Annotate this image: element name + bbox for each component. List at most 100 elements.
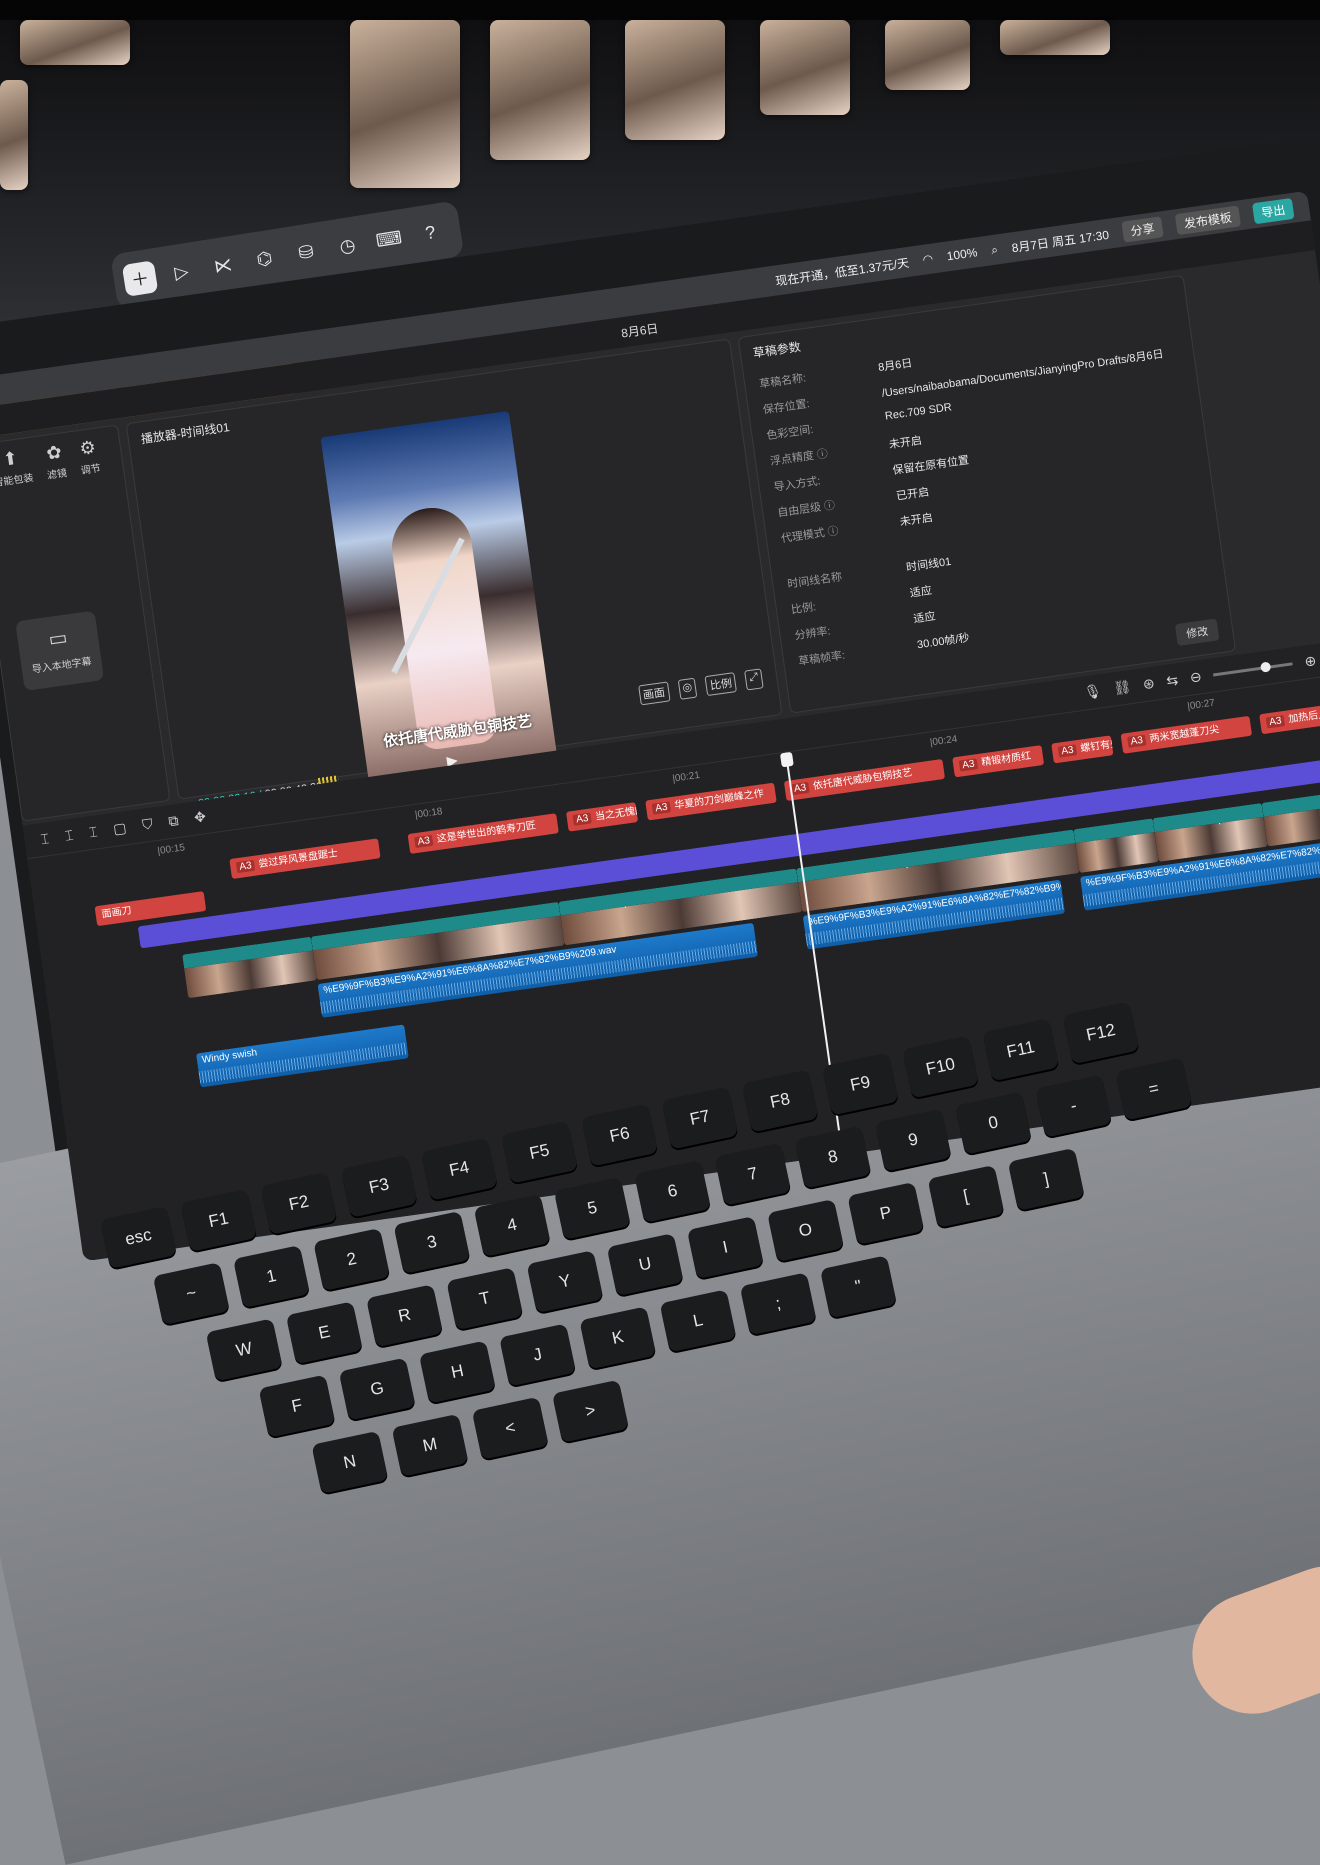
key[interactable]: - [1035,1075,1112,1138]
publish-template-button[interactable]: 发布模板 [1175,205,1241,235]
zoom-slider[interactable] [1213,662,1293,676]
key[interactable]: T [446,1267,523,1330]
key[interactable]: W [206,1318,283,1381]
key[interactable]: 3 [393,1211,470,1274]
key[interactable]: ; [740,1272,817,1335]
annotation-tool-7[interactable]: ? [412,214,449,251]
audio-clip[interactable]: Windy swish [196,1024,409,1087]
clip-tag: A3 [1058,744,1078,757]
annotation-tool-3[interactable]: ⌬ [246,241,283,278]
ai-icon[interactable]: ✥ [193,808,207,826]
key[interactable]: 7 [714,1143,791,1206]
annotation-tool-0[interactable]: ＋ [122,260,159,297]
key[interactable]: L [660,1289,737,1352]
key[interactable]: ~ [153,1262,230,1325]
param-value: 保留在原有位置 [891,451,969,478]
ruler-tick: |00:24 [929,734,958,749]
key[interactable]: E [286,1301,363,1364]
player-control-button[interactable]: ⤢ [744,668,763,690]
key[interactable]: H [419,1340,496,1403]
media-tab[interactable]: ⬆智能包装 [0,446,37,511]
text-clip[interactable]: A3螺钉有些 [1051,735,1113,763]
key[interactable]: 9 [875,1109,952,1172]
player-control-button[interactable]: 比例 [705,672,737,696]
video-clip[interactable]: %E8%A7%86% [182,937,317,999]
key[interactable]: 4 [474,1194,551,1257]
shield-icon[interactable]: ⛉ [141,816,154,834]
key[interactable]: Y [527,1250,604,1313]
annotation-tool-2[interactable]: ⋉ [205,247,242,284]
text-clip[interactable]: A3当之无愧的 [566,802,638,832]
media-tab[interactable]: ⚙调节 [76,437,104,499]
thumbnail[interactable] [885,20,970,90]
key[interactable]: 8 [795,1126,872,1189]
ruler-tick: |00:15 [157,842,186,857]
mic-icon[interactable]: 🎙 [1083,682,1103,701]
key[interactable]: N [311,1431,388,1494]
tab-icon: ⬆ [0,446,32,472]
player-control-button[interactable]: ◎ [677,678,697,700]
param-label: 比例: [790,589,881,617]
key[interactable]: J [499,1323,576,1386]
key[interactable]: O [767,1199,844,1262]
key[interactable]: 6 [634,1160,711,1223]
annotation-tool-6[interactable]: ⌨ [371,221,408,258]
annotation-tool-1[interactable]: ▷ [163,254,200,291]
magnet-icon[interactable]: ⊛ [1142,675,1156,693]
key[interactable]: > [552,1380,629,1443]
split-icon[interactable]: ⌶ [40,830,51,848]
thumbnail[interactable] [625,20,725,140]
thumbnail[interactable] [20,20,130,65]
split-right-icon[interactable]: ⌶ [88,823,99,841]
clip-tag: A3 [1127,735,1147,748]
key[interactable]: M [392,1414,469,1477]
thumbnail[interactable] [490,20,590,160]
clip-text-label: 华夏的刀剑巅峰之作 [674,788,765,811]
thumbnail[interactable] [760,20,850,115]
key[interactable]: R [366,1284,443,1347]
thumbnail[interactable] [350,20,460,188]
key[interactable]: ] [1008,1148,1085,1211]
thumbnail[interactable] [1000,20,1110,55]
annotation-tool-4[interactable]: ⛁ [288,234,325,271]
video-clip[interactable]: 视频节点 5.mp4 [1262,788,1320,847]
key[interactable]: P [847,1182,924,1245]
key[interactable]: 0 [955,1092,1032,1155]
crop-icon[interactable]: ⧉ [167,812,179,830]
param-value: 未开启 [899,509,934,529]
key[interactable]: 2 [313,1228,390,1291]
split-left-icon[interactable]: ⌶ [64,827,75,845]
modify-button[interactable]: 修改 [1175,618,1220,646]
video-clip-label: 视频节点 3.mp4 00:00:22:22 [564,885,691,917]
param-value: 适应 [909,582,933,601]
link-icon[interactable]: ⛓ [1112,678,1132,697]
key[interactable]: G [339,1358,416,1421]
annotation-tool-5[interactable]: ◷ [329,227,366,264]
key[interactable]: < [472,1397,549,1460]
key[interactable]: 5 [554,1177,631,1240]
key[interactable]: = [1115,1058,1192,1121]
key[interactable]: U [607,1233,684,1296]
param-value: 适应 [912,608,936,627]
share-button[interactable]: 分享 [1121,216,1164,242]
video-preview[interactable]: 依托唐代威胁包铜技艺 [320,411,558,794]
key[interactable]: K [579,1306,656,1369]
battery-status[interactable]: 100% [946,245,978,263]
wifi-icon[interactable]: ◠ [922,251,934,266]
preview-axis-icon[interactable]: ⇆ [1165,671,1179,689]
key[interactable]: I [687,1216,764,1279]
video-clip[interactable]: 视频节点 5.m [1073,818,1158,873]
export-button[interactable]: 导出 [1252,197,1295,223]
player-control-button[interactable]: 画面 [638,681,670,705]
thumbnail[interactable] [0,80,28,190]
zoom-in-icon[interactable]: ⊕ [1303,652,1317,670]
media-tab[interactable]: ✿滤镜 [43,441,71,503]
key[interactable]: [ [928,1165,1005,1228]
key[interactable]: F [259,1375,336,1438]
delete-icon[interactable]: ▢ [112,819,127,838]
key[interactable]: " [820,1255,897,1318]
key[interactable]: 1 [233,1245,310,1308]
import-local-subtitle-button[interactable]: ▭ 导入本地字幕 [15,611,104,691]
search-icon[interactable]: ⌕ [990,242,999,258]
zoom-out-icon[interactable]: ⊖ [1189,668,1203,686]
